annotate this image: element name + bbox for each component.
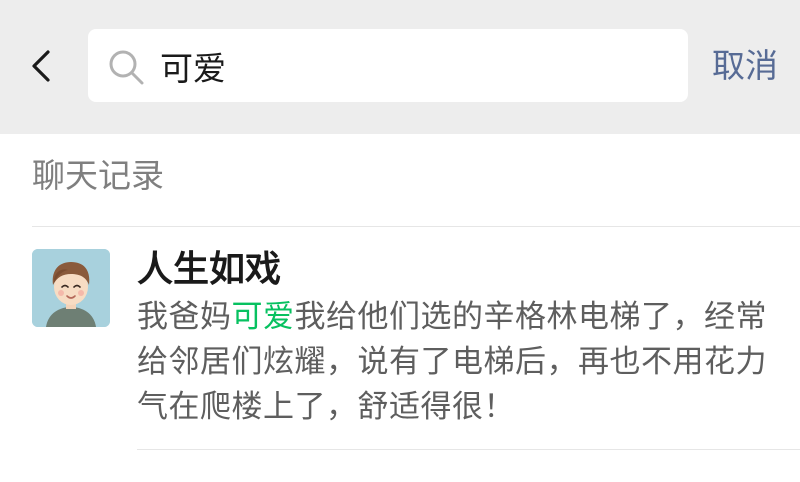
cancel-button[interactable]: 取消 [712, 42, 778, 90]
search-input[interactable] [160, 39, 660, 93]
search-icon [106, 47, 146, 87]
section-title-chat-history: 聊天记录 [32, 156, 164, 195]
chat-result-item[interactable]: 人生如戏 我爸妈可爱我给他们选的辛格林电梯了，经常给邻居们炫耀，说有了电梯后，再… [0, 227, 800, 452]
search-match-highlight: 可爱 [231, 299, 295, 335]
message-preview: 我爸妈可爱我给他们选的辛格林电梯了，经常给邻居们炫耀，说有了电梯后，再也不用花力… [137, 295, 777, 430]
avatar [32, 249, 110, 327]
search-header: 取消 [0, 0, 800, 134]
contact-name: 人生如戏 [137, 249, 282, 290]
divider [137, 449, 800, 450]
chevron-left-icon [20, 44, 64, 88]
message-text-before: 我爸妈 [137, 299, 232, 335]
back-button[interactable] [20, 44, 64, 88]
search-box[interactable] [88, 29, 688, 102]
